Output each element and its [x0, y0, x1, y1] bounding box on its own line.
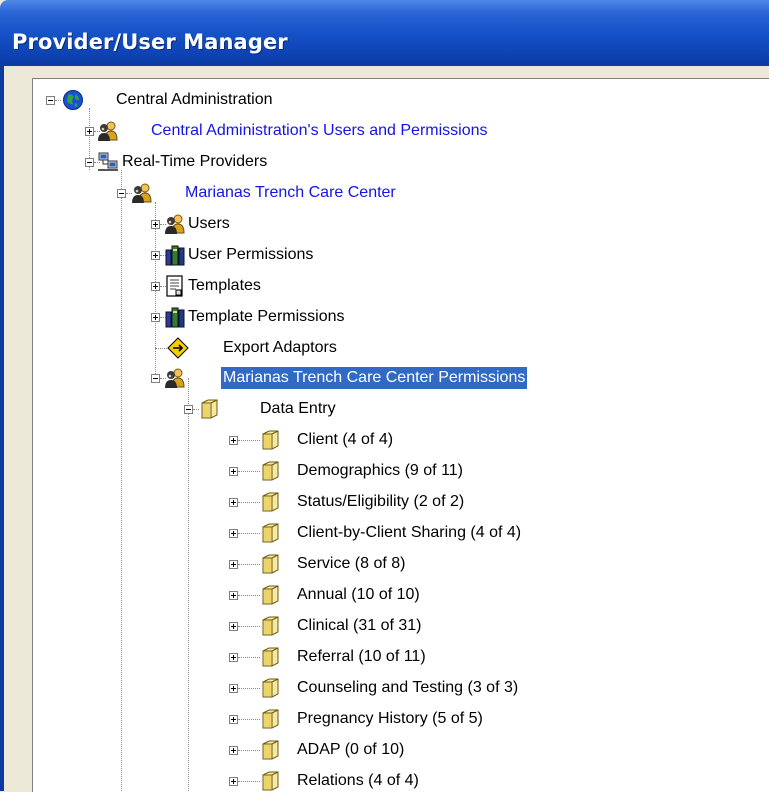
- tree-connector: [238, 750, 260, 751]
- tree-guide-line: [121, 170, 122, 791]
- expand-toggle[interactable]: [85, 127, 94, 136]
- tree-connector: [238, 533, 260, 534]
- expand-toggle[interactable]: [229, 653, 238, 662]
- folder-icon: [260, 522, 282, 544]
- folder-icon: [260, 553, 282, 575]
- permissions-books-icon: [164, 244, 186, 266]
- tree-guide-line: [188, 378, 189, 408]
- tree-item-users[interactable]: Users: [186, 213, 232, 235]
- users-icon: [97, 120, 119, 142]
- expand-toggle[interactable]: [229, 529, 238, 538]
- tree-item-category[interactable]: Annual (10 of 10): [295, 584, 422, 606]
- folder-icon: [260, 491, 282, 513]
- expand-toggle[interactable]: [229, 684, 238, 693]
- tree-item-category[interactable]: Status/Eligibility (2 of 2): [295, 491, 466, 513]
- tree-item-provider-permissions[interactable]: Marianas Trench Care Center Permissions: [221, 367, 528, 389]
- folder-icon: [260, 708, 282, 730]
- collapse-toggle[interactable]: [85, 158, 94, 167]
- document-icon: [164, 275, 186, 297]
- globe-icon: [62, 89, 84, 111]
- expand-toggle[interactable]: [229, 498, 238, 507]
- users-icon: [164, 213, 186, 235]
- window-frame-left: [0, 66, 4, 791]
- tree-item-template-permissions[interactable]: Template Permissions: [186, 306, 347, 328]
- tree-item-category[interactable]: Relations (4 of 4): [295, 770, 421, 792]
- expand-toggle[interactable]: [229, 436, 238, 445]
- tree-item-category[interactable]: Client-by-Client Sharing (4 of 4): [295, 522, 523, 544]
- tree-item-user-permissions[interactable]: User Permissions: [186, 244, 315, 266]
- tree-connector: [55, 100, 61, 101]
- tree-item-category[interactable]: Referral (10 of 11): [295, 646, 428, 668]
- tree-connector: [238, 595, 260, 596]
- tree-connector: [238, 564, 260, 565]
- tree-item-templates[interactable]: Templates: [186, 275, 263, 297]
- expand-toggle[interactable]: [229, 746, 238, 755]
- expand-toggle[interactable]: [151, 282, 160, 291]
- permissions-books-icon: [164, 306, 186, 328]
- tree-item-category[interactable]: Demographics (9 of 11): [295, 460, 465, 482]
- tree-connector: [238, 502, 260, 503]
- collapse-toggle[interactable]: [184, 405, 193, 414]
- expand-toggle[interactable]: [229, 467, 238, 476]
- expand-toggle[interactable]: [151, 220, 160, 229]
- tree-item-category[interactable]: Clinical (31 of 31): [295, 615, 424, 637]
- window-title: Provider/User Manager: [12, 30, 288, 54]
- window-titlebar[interactable]: Provider/User Manager: [0, 0, 769, 66]
- tree-item-central-users[interactable]: Central Administration's Users and Permi…: [149, 120, 490, 142]
- tree-connector: [238, 440, 260, 441]
- expand-toggle[interactable]: [229, 715, 238, 724]
- provider-tree[interactable]: Central Administration Central Administr…: [32, 78, 769, 792]
- tree-connector: [238, 657, 260, 658]
- expand-toggle[interactable]: [229, 777, 238, 786]
- users-icon: [131, 182, 153, 204]
- tree-item-category[interactable]: Counseling and Testing (3 of 3): [295, 677, 520, 699]
- expand-toggle[interactable]: [229, 560, 238, 569]
- expand-toggle[interactable]: [229, 591, 238, 600]
- tree-item-category[interactable]: Service (8 of 8): [295, 553, 407, 575]
- collapse-toggle[interactable]: [46, 96, 55, 105]
- folder-icon: [260, 739, 282, 761]
- tree-connector: [238, 688, 260, 689]
- tree-item-export-adaptors[interactable]: Export Adaptors: [221, 337, 339, 359]
- users-icon: [164, 367, 186, 389]
- expand-toggle[interactable]: [229, 622, 238, 631]
- folder-icon: [260, 677, 282, 699]
- folder-icon: [260, 460, 282, 482]
- tree-connector: [238, 471, 260, 472]
- tree-item-category[interactable]: ADAP (0 of 10): [295, 739, 406, 761]
- collapse-toggle[interactable]: [151, 374, 160, 383]
- folder-icon: [260, 770, 282, 792]
- folder-icon: [260, 429, 282, 451]
- tree-item-data-entry[interactable]: Data Entry: [258, 398, 338, 420]
- tree-connector: [238, 719, 260, 720]
- tree-item-category[interactable]: Client (4 of 4): [295, 429, 395, 451]
- network-computers-icon: [97, 151, 119, 173]
- diamond-arrow-icon: [167, 337, 189, 359]
- folder-icon: [260, 615, 282, 637]
- tree-connector: [238, 626, 260, 627]
- tree-item-central-administration[interactable]: Central Administration: [114, 89, 275, 111]
- tree-item-category[interactable]: Pregnancy History (5 of 5): [295, 708, 485, 730]
- folder-icon: [199, 398, 221, 420]
- tree-item-real-time-providers[interactable]: Real-Time Providers: [120, 151, 269, 173]
- tree-item-provider[interactable]: Marianas Trench Care Center: [183, 182, 398, 204]
- tree-connector: [238, 781, 260, 782]
- folder-icon: [260, 646, 282, 668]
- expand-toggle[interactable]: [151, 251, 160, 260]
- tree-guide-line: [188, 408, 189, 791]
- folder-icon: [260, 584, 282, 606]
- expand-toggle[interactable]: [151, 313, 160, 322]
- collapse-toggle[interactable]: [117, 189, 126, 198]
